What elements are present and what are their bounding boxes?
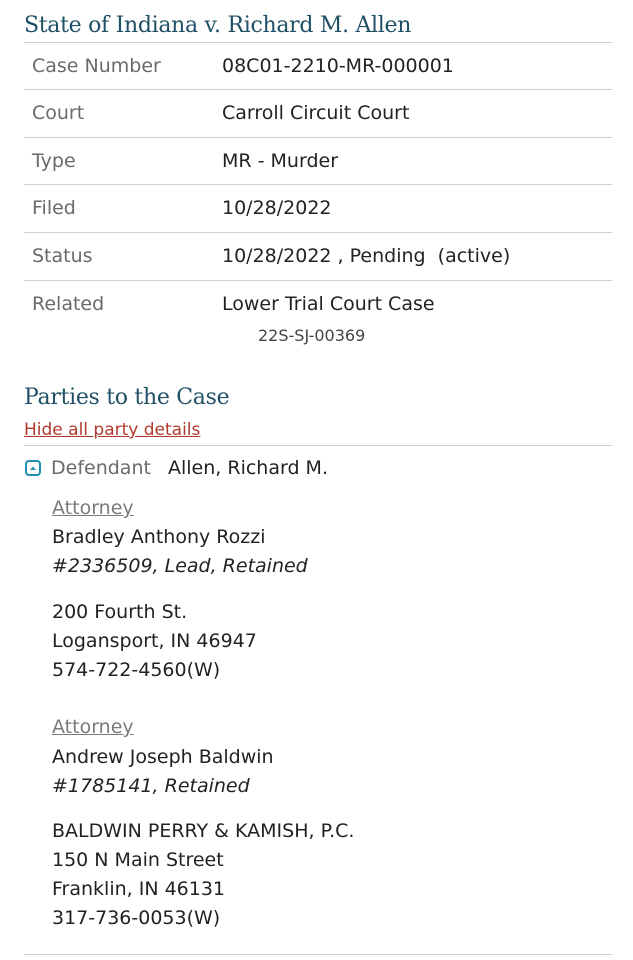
related-case-number: 22S-SJ-00369 xyxy=(258,326,366,345)
status-label: Status xyxy=(32,245,93,267)
attorney-heading[interactable]: Attorney xyxy=(52,497,134,519)
related-label: Related xyxy=(32,293,105,315)
attorney-heading[interactable]: Attorney xyxy=(52,716,134,738)
divider xyxy=(24,280,612,281)
type-value: MR - Murder xyxy=(222,150,339,172)
type-label: Type xyxy=(32,150,76,172)
attorney-id-role: #1785141, Retained xyxy=(52,775,250,797)
parties-title: Parties to the Case xyxy=(24,385,230,410)
divider xyxy=(24,445,612,446)
hide-party-details-link[interactable]: Hide all party details xyxy=(24,420,200,440)
case-page: State of Indiana v. Richard M. Allen Cas… xyxy=(0,0,633,960)
attorney-phone: 574-722-4560(W) xyxy=(52,659,221,681)
attorney-address-line: Franklin, IN 46131 xyxy=(52,878,226,900)
divider xyxy=(24,89,612,90)
filed-value: 10/28/2022 xyxy=(222,197,332,219)
party-name: Allen, Richard M. xyxy=(168,457,328,479)
attorney-name: Andrew Joseph Baldwin xyxy=(52,746,274,768)
status-value: 10/28/2022 , Pending (active) xyxy=(222,245,511,267)
party-type-label: Defendant xyxy=(51,457,151,479)
case-title: State of Indiana v. Richard M. Allen xyxy=(24,13,412,38)
attorney-address-line: Logansport, IN 46947 xyxy=(52,630,257,652)
related-value: Lower Trial Court Case xyxy=(222,293,435,315)
court-value: Carroll Circuit Court xyxy=(222,102,410,124)
divider xyxy=(24,184,612,185)
attorney-id-role: #2336509, Lead, Retained xyxy=(52,555,308,577)
attorney-firm: BALDWIN PERRY & KAMISH, P.C. xyxy=(52,820,355,842)
case-number-value: 08C01-2210-MR-000001 xyxy=(222,55,454,77)
court-label: Court xyxy=(32,102,85,124)
divider xyxy=(24,232,612,233)
attorney-address-line: 200 Fourth St. xyxy=(52,601,188,623)
divider xyxy=(24,42,612,43)
case-number-label: Case Number xyxy=(32,55,161,77)
divider xyxy=(24,137,612,138)
attorney-phone: 317-736-0053(W) xyxy=(52,907,221,929)
collapse-icon[interactable] xyxy=(25,460,41,476)
attorney-name: Bradley Anthony Rozzi xyxy=(52,526,266,548)
filed-label: Filed xyxy=(32,197,76,219)
divider xyxy=(24,954,612,955)
attorney-address-line: 150 N Main Street xyxy=(52,849,224,871)
